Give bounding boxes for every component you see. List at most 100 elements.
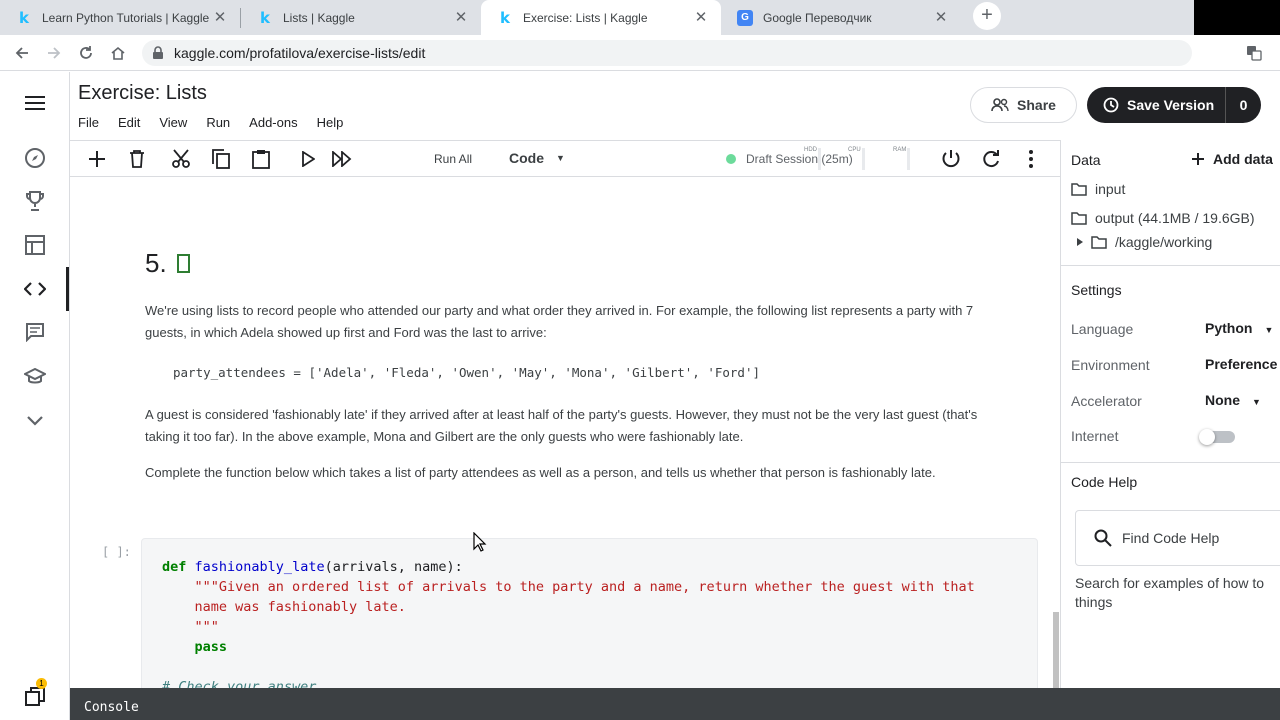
forward-button[interactable] bbox=[38, 37, 70, 69]
setting-environment-label: Environment bbox=[1071, 357, 1150, 373]
kaggle-left-rail: 1 bbox=[0, 72, 70, 720]
notebook-content: 5. We're using lists to record people wh… bbox=[70, 178, 1055, 688]
browser-tabstrip: k Learn Python Tutorials | Kaggle ✕ k Li… bbox=[0, 0, 1280, 35]
setting-accelerator-label: Accelerator bbox=[1071, 393, 1142, 409]
close-icon[interactable]: ✕ bbox=[212, 9, 228, 26]
code-icon[interactable] bbox=[22, 276, 48, 302]
exercise-heading: 5. bbox=[145, 248, 190, 279]
google-translate-icon: G bbox=[737, 9, 753, 26]
power-icon[interactable] bbox=[941, 149, 961, 169]
translate-icon[interactable] bbox=[1246, 45, 1262, 61]
add-data-button[interactable]: Add data bbox=[1191, 151, 1273, 167]
divider bbox=[1061, 462, 1280, 463]
tab-title: Google Переводчик bbox=[763, 10, 872, 25]
trophy-icon[interactable] bbox=[22, 188, 48, 214]
notebook-menu: File Edit View Run Add-ons Help bbox=[78, 115, 362, 130]
browser-tab-exercise-lists[interactable]: k Exercise: Lists | Kaggle ✕ bbox=[481, 0, 721, 35]
checkbox-glyph-icon bbox=[176, 254, 190, 273]
settings-section-title: Settings bbox=[1071, 282, 1122, 298]
code-docstring-line: """Given an ordered list of arrivals to … bbox=[194, 579, 975, 595]
code-help-search-input[interactable]: Find Code Help bbox=[1075, 510, 1280, 566]
cell-prompt: [ ]: bbox=[102, 545, 131, 559]
close-icon[interactable]: ✕ bbox=[693, 9, 709, 26]
browser-tab-google-translate[interactable]: G Google Переводчик ✕ bbox=[721, 0, 961, 35]
notebook-title[interactable]: Exercise: Lists bbox=[78, 82, 207, 105]
back-button[interactable] bbox=[6, 37, 38, 69]
share-button[interactable]: Share bbox=[970, 87, 1077, 123]
setting-language-select[interactable]: Python ▼ bbox=[1205, 320, 1273, 336]
run-all-icon[interactable] bbox=[332, 149, 352, 169]
code-comment: # Check your answer bbox=[162, 679, 317, 688]
menu-view[interactable]: View bbox=[159, 115, 187, 130]
menu-file[interactable]: File bbox=[78, 115, 99, 130]
share-label: Share bbox=[1017, 97, 1056, 113]
close-icon[interactable]: ✕ bbox=[453, 9, 469, 26]
lock-icon bbox=[153, 46, 163, 59]
address-bar[interactable]: kaggle.com/profatilova/exercise-lists/ed… bbox=[142, 40, 1192, 66]
kaggle-icon: k bbox=[19, 8, 29, 27]
chevron-down-icon[interactable] bbox=[22, 408, 48, 434]
folder-icon bbox=[1091, 235, 1107, 249]
code-cell[interactable]: def fashionably_late(arrivals, name): ""… bbox=[141, 538, 1038, 688]
tree-working[interactable]: /kaggle/working bbox=[1077, 234, 1212, 250]
folder-icon bbox=[1071, 211, 1087, 225]
menu-help[interactable]: Help bbox=[317, 115, 344, 130]
restart-icon[interactable] bbox=[981, 149, 1001, 169]
more-vert-icon[interactable] bbox=[1021, 149, 1041, 169]
home-button[interactable] bbox=[102, 37, 134, 69]
code-function-name: fashionably_late bbox=[194, 559, 325, 575]
browser-tab-lists[interactable]: k Lists | Kaggle ✕ bbox=[241, 0, 481, 35]
console-bar[interactable]: Console bbox=[70, 688, 1280, 720]
hdd-meter-label: HDD bbox=[804, 147, 817, 153]
add-data-label: Add data bbox=[1213, 151, 1273, 167]
version-count[interactable]: 0 bbox=[1225, 87, 1261, 123]
paragraph-definition: A guest is considered 'fashionably late'… bbox=[145, 407, 978, 444]
add-cell-icon[interactable] bbox=[87, 149, 107, 169]
caret-down-icon: ▼ bbox=[1252, 397, 1261, 407]
paste-icon[interactable] bbox=[251, 149, 271, 169]
code-help-description: Search for examples of how to things bbox=[1075, 575, 1265, 610]
copy-icon[interactable] bbox=[211, 149, 231, 169]
reload-button[interactable] bbox=[70, 37, 102, 69]
tab-title: Learn Python Tutorials | Kaggle bbox=[42, 10, 210, 25]
search-icon bbox=[1094, 529, 1112, 547]
notebook-toolbar: Run All Code ▼ Draft Session (25m) HDD C… bbox=[70, 140, 1060, 177]
setting-environment-select[interactable]: Preference bbox=[1205, 356, 1277, 372]
cell-type-select[interactable]: Code ▼ bbox=[509, 150, 565, 166]
tree-input[interactable]: input bbox=[1071, 181, 1125, 197]
delete-icon[interactable] bbox=[127, 149, 147, 169]
table-icon[interactable] bbox=[22, 232, 48, 258]
home-icon bbox=[111, 46, 125, 60]
run-cell-icon[interactable] bbox=[298, 149, 318, 169]
tree-output[interactable]: output (44.1MB / 19.6GB) bbox=[1071, 210, 1255, 226]
learn-icon[interactable] bbox=[22, 364, 48, 390]
menu-icon[interactable] bbox=[22, 90, 48, 116]
code-docstring-line: name was fashionably late. bbox=[194, 599, 406, 615]
internet-toggle[interactable] bbox=[1199, 429, 1235, 445]
new-tab-button[interactable]: + bbox=[973, 1, 1001, 30]
ram-meter bbox=[907, 148, 910, 170]
discussion-icon[interactable] bbox=[22, 319, 48, 345]
menu-run[interactable]: Run bbox=[206, 115, 230, 130]
paragraph-task: Complete the function below which takes … bbox=[145, 465, 936, 480]
right-sidebar: Data Add data input output (44.1MB / 19.… bbox=[1060, 140, 1280, 688]
session-status[interactable]: Draft Session (25m) bbox=[726, 152, 853, 166]
save-version-button[interactable]: Save Version 0 bbox=[1087, 87, 1261, 123]
setting-internet-label: Internet bbox=[1071, 428, 1119, 444]
url-text: kaggle.com/profatilova/exercise-lists/ed… bbox=[174, 45, 426, 61]
search-placeholder: Find Code Help bbox=[1122, 530, 1220, 546]
caret-down-icon: ▼ bbox=[556, 153, 565, 163]
browser-tab-learn-python[interactable]: k Learn Python Tutorials | Kaggle ✕ bbox=[0, 0, 240, 35]
run-all-button[interactable]: Run All bbox=[434, 152, 472, 166]
close-icon[interactable]: ✕ bbox=[933, 9, 949, 26]
cut-icon[interactable] bbox=[171, 149, 191, 169]
content-scrollbar[interactable] bbox=[1053, 612, 1059, 688]
setting-language-label: Language bbox=[1071, 321, 1134, 337]
tab-title: Lists | Kaggle bbox=[283, 10, 355, 25]
menu-edit[interactable]: Edit bbox=[118, 115, 140, 130]
compass-icon[interactable] bbox=[22, 145, 48, 171]
code-signature: (arrivals, name): bbox=[324, 559, 463, 575]
menu-addons[interactable]: Add-ons bbox=[249, 115, 297, 130]
setting-accelerator-select[interactable]: None ▼ bbox=[1205, 392, 1261, 408]
active-indicator bbox=[66, 267, 69, 311]
